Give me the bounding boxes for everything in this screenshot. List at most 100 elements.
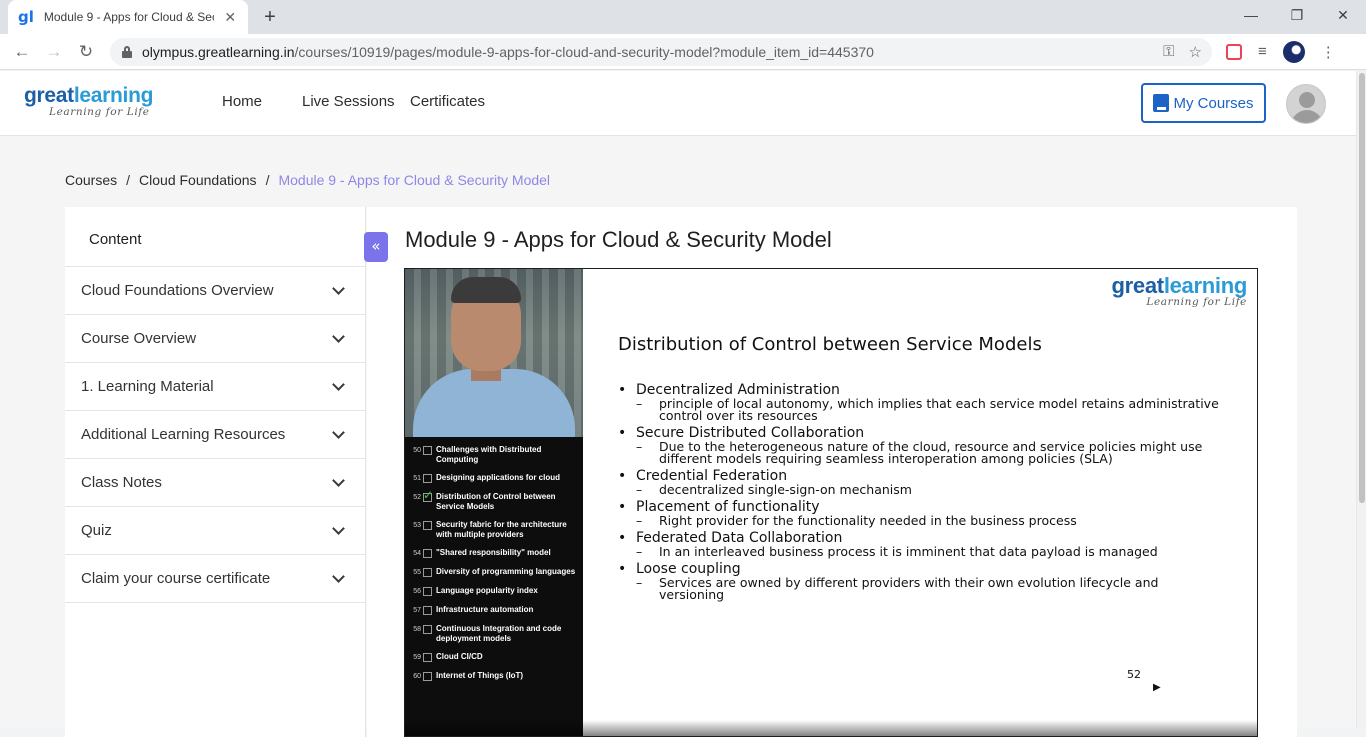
slide-logo-great: great (1111, 273, 1165, 298)
chapter-list-item[interactable]: 53 Security fabric for the architecture w… (405, 520, 583, 540)
chevron-down-icon (332, 378, 345, 391)
scrollbar-thumb[interactable] (1359, 73, 1365, 503)
sidebar-item-label: Course Overview (81, 330, 197, 347)
my-courses-button[interactable]: My Courses (1141, 83, 1266, 123)
chapter-list-item[interactable]: 50 Challenges with Distributed Computing (405, 445, 583, 465)
chapter-list-item[interactable]: 60 Internet of Things (IoT) (405, 671, 583, 682)
profile-avatar-icon[interactable] (1282, 40, 1305, 63)
chapter-checkbox (423, 672, 432, 681)
browser-tab[interactable]: gl Module 9 - Apps for Cloud & Sec ✕ (8, 0, 248, 34)
breadcrumb-courses[interactable]: Courses (65, 172, 117, 188)
chapter-number: 59 (413, 654, 421, 661)
chapter-title: Challenges with Distributed Computing (436, 445, 542, 464)
chapter-list-item[interactable]: 52 ✓ Distribution of Control between Servi… (405, 488, 583, 512)
chapter-checkbox (423, 606, 432, 615)
chevron-down-icon (332, 570, 345, 583)
chapter-number: 56 (413, 588, 421, 595)
checkmark-icon: ✓ (423, 488, 434, 502)
chevron-down-icon (332, 330, 345, 343)
chapter-list-item[interactable]: 58 Continuous Integration and code deploy… (405, 624, 583, 644)
slide-sub-bullet-text: Right provider for the functionality nee… (659, 513, 1077, 528)
reload-icon[interactable]: ↻ (72, 38, 100, 66)
lecture-slide: greatlearning Learning for Life Distribu… (583, 269, 1257, 736)
sidebar-item-additional-learning-resources[interactable]: Additional Learning Resources (65, 411, 365, 459)
bullet-dash-icon: – (636, 396, 643, 411)
sidebar-item-cloud-foundations-overview[interactable]: Cloud Foundations Overview (65, 267, 365, 315)
video-player[interactable]: 50 Challenges with Distributed Computing 5… (404, 268, 1258, 737)
user-avatar[interactable] (1286, 84, 1326, 124)
slide-sub-bullet: – In an interleaved business process it i… (618, 544, 1228, 559)
video-controls-bar[interactable] (405, 720, 1257, 736)
collapse-sidebar-button[interactable]: « (364, 232, 388, 262)
minimize-window-button[interactable]: — (1228, 0, 1274, 30)
slide-heading: Distribution of Control between Service … (618, 334, 1042, 355)
chevron-down-icon (332, 426, 345, 439)
sidebar-item-label: Quiz (81, 522, 112, 539)
module-content-card: Module 9 - Apps for Cloud & Security Mod… (367, 207, 1297, 737)
slide-sub-bullet-text: In an interleaved business process it is… (659, 544, 1158, 559)
chapter-list-item[interactable]: 59 Cloud CI/CD (405, 652, 583, 663)
lock-icon[interactable] (122, 45, 132, 58)
pocket-extension-icon[interactable] (1226, 43, 1242, 60)
slide-sub-bullet: – Services are owned by different provide… (618, 575, 1228, 601)
browser-menu-icon[interactable]: ⋮ (1321, 43, 1336, 61)
breadcrumb-current: Module 9 - Apps for Cloud & Security Mod… (278, 172, 551, 188)
sidebar-item-learning-material[interactable]: 1. Learning Material (65, 363, 365, 411)
url-text: olympus.greatlearning.in/courses/10919/p… (142, 44, 874, 60)
nav-home[interactable]: Home (222, 93, 262, 110)
bullet-dot-icon: • (618, 561, 627, 577)
sidebar-item-course-overview[interactable]: Course Overview (65, 315, 365, 363)
chapter-list-item[interactable]: 55 Diversity of programming languages (405, 567, 583, 578)
sidebar-item-label: Cloud Foundations Overview (81, 282, 274, 299)
chapter-checkbox (423, 587, 432, 596)
close-window-button[interactable]: ✕ (1320, 0, 1366, 30)
page-scrollbar[interactable] (1356, 71, 1366, 728)
bullet-dash-icon: – (636, 482, 643, 497)
greatlearning-logo[interactable]: greatlearning Learning for Life (24, 85, 153, 118)
slide-bullet-list: • Decentralized Administration – principle … (618, 383, 1228, 605)
book-icon (1153, 94, 1170, 112)
chevron-down-icon (332, 522, 345, 535)
back-arrow-icon[interactable]: ← (8, 38, 36, 66)
bullet-dash-icon: – (636, 575, 643, 590)
bullet-dot-icon: • (618, 468, 627, 484)
chapter-number: 57 (413, 607, 421, 614)
restore-window-button[interactable]: ❐ (1274, 0, 1320, 30)
key-icon[interactable]: ⚿ (1163, 43, 1174, 60)
chapter-list-item[interactable]: 51 Designing applications for cloud (405, 473, 583, 484)
sidebar-item-quiz[interactable]: Quiz (65, 507, 365, 555)
chapter-number: 58 (413, 626, 421, 633)
bullet-dot-icon: • (618, 425, 627, 441)
media-queue-icon[interactable]: ≡ (1258, 43, 1267, 60)
address-bar[interactable]: olympus.greatlearning.in/courses/10919/p… (110, 37, 1212, 66)
bookmark-star-icon[interactable]: ☆ (1189, 43, 1202, 61)
slide-sub-bullet-text: Due to the heterogeneous nature of the c… (659, 439, 1203, 466)
breadcrumb: Courses / Cloud Foundations / Module 9 -… (65, 172, 550, 188)
new-tab-button[interactable]: + (258, 6, 282, 30)
chapter-checkbox (423, 625, 432, 634)
breadcrumb-cloud-foundations[interactable]: Cloud Foundations (139, 172, 257, 188)
sidebar-item-claim-certificate[interactable]: Claim your course certificate (65, 555, 365, 603)
slide-logo-tagline: Learning for Life (1146, 296, 1247, 308)
sidebar-item-label: 1. Learning Material (81, 378, 214, 395)
chapter-list-item[interactable]: 57 Infrastructure automation (405, 605, 583, 616)
chapter-checkbox (423, 568, 432, 577)
nav-live-sessions[interactable]: Live Sessions (302, 93, 395, 110)
chapter-title: Internet of Things (IoT) (436, 671, 524, 680)
close-tab-icon[interactable]: ✕ (222, 9, 238, 25)
sidebar-item-label: Class Notes (81, 474, 162, 491)
nav-certificates[interactable]: Certificates (410, 93, 485, 110)
slide-page-number: 52 (1127, 668, 1141, 681)
chapter-list-item[interactable]: 56 Language popularity index (405, 586, 583, 597)
sidebar-item-class-notes[interactable]: Class Notes (65, 459, 365, 507)
tab-title: Module 9 - Apps for Cloud & Sec (43, 10, 215, 24)
chapter-title: "Shared responsibility" model (436, 548, 551, 557)
forward-arrow-icon[interactable]: → (40, 38, 68, 66)
browser-toolbar: ← → ↻ olympus.greatlearning.in/courses/1… (0, 34, 1366, 70)
bullet-dot-icon: • (618, 382, 627, 398)
chapter-title: Continuous Integration and code deployme… (436, 624, 562, 643)
chapter-checkbox (423, 474, 432, 483)
breadcrumb-separator: / (126, 172, 131, 188)
chapter-list-item[interactable]: 54 "Shared responsibility" model (405, 548, 583, 559)
sidebar-item-label: Claim your course certificate (81, 570, 271, 587)
